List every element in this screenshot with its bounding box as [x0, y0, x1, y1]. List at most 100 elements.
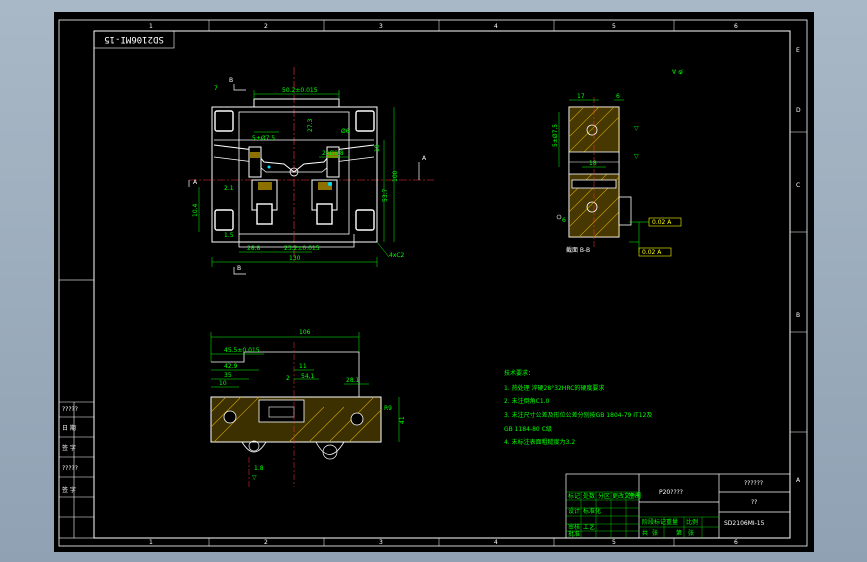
bv-dim-overall: 106 [299, 329, 311, 336]
border-number-1-bottom: 1 [149, 539, 153, 546]
drawing-code-rotated: SD2106MI-15 [104, 34, 164, 44]
bv-dim-d2: 42.9 [224, 363, 238, 370]
border-letter-a: A [796, 477, 801, 484]
svg-text:设计: 设计 [568, 507, 580, 515]
tech-item-2: 2. 未注倒角C1.0 [504, 397, 550, 405]
dim-side-small: 2.1 [224, 185, 234, 192]
bb-roughness-2: ▽ [634, 153, 639, 160]
left-strip-label-1: ????? [62, 406, 78, 413]
border-number-3-bottom: 3 [379, 539, 383, 546]
left-strip-label-3: 签 字 [62, 444, 76, 452]
section-mark-a-left: A [193, 179, 198, 186]
border-number-3: 3 [379, 23, 383, 30]
top-view: 50.2±0.015 130 28.8 23.2±0.015 100 53.7 … [188, 67, 434, 275]
svg-text:张: 张 [688, 529, 694, 537]
svg-text:批准: 批准 [568, 530, 580, 538]
section-mark-a-right: A [422, 155, 427, 162]
border-number-2: 2 [264, 23, 268, 30]
inner-frame [93, 30, 791, 539]
border-letter-b: B [796, 312, 800, 319]
section-mark-b-top: B [229, 77, 233, 84]
left-strip-label-2: 日 期 [62, 424, 76, 432]
bv-dim-d1: 45.5±0.015 [224, 347, 260, 354]
bv-dim-d3: 35 [224, 372, 232, 379]
svg-text:分区: 分区 [598, 492, 610, 500]
bv-dim-d5: 11 [299, 363, 307, 370]
dim-inner-small: 5±Ø7.5 [252, 135, 275, 142]
left-strip-label-4: ????? [62, 465, 78, 472]
bv-dim-r2: 2 [286, 375, 290, 382]
border-number-6: 6 [734, 23, 738, 30]
bottom-view: 106 45.5±0.015 42.9 35 10 11 54.1 28.1 R… [210, 329, 406, 487]
cad-viewport[interactable]: 1 2 3 4 5 6 1 2 3 4 5 6 E D C B A ????? … [54, 12, 814, 552]
section-mark-b-bottom: B [237, 265, 241, 272]
tech-item-5: 4. 未标注表面粗糙度为3.2 [504, 438, 575, 446]
bv-roughness: ▽ [252, 474, 257, 481]
bv-dim-d7: 28.1 [346, 377, 360, 384]
bb-tol-box-2: 0.02 A [642, 249, 662, 256]
title-scale: ?? [751, 499, 757, 506]
border-letter-d: D [796, 107, 801, 114]
bv-dim-bottom: 1.8 [254, 465, 264, 472]
outer-frame [58, 19, 808, 547]
title-part-name: P20???? [659, 489, 683, 496]
dim-span-bottom-mid: 23.2±0.015 [284, 245, 320, 252]
bv-dim-h: 41 [399, 416, 406, 424]
dim-pitch: 2xØ8.8 [322, 150, 344, 157]
svg-text:标记: 标记 [568, 492, 580, 500]
title-material: ?????? [744, 480, 763, 487]
svg-text:共: 共 [642, 529, 648, 537]
plate-outline [211, 106, 378, 243]
svg-text:比例: 比例 [686, 518, 698, 526]
border-letter-e: E [796, 47, 800, 54]
bv-dim-d4: 10 [219, 380, 227, 387]
svg-text:重量: 重量 [666, 518, 678, 526]
border-number-5: 5 [612, 23, 616, 30]
tech-requirements: 技术要求： 1. 热处理 淬硬28°32HRC的硬度要求 2. 未注倒角C1.0… [504, 369, 652, 446]
svg-text:第: 第 [676, 529, 682, 537]
border-number-1: 1 [149, 23, 153, 30]
dim-overall-width: 130 [289, 255, 301, 262]
border-number-6-bottom: 6 [734, 539, 738, 546]
bb-dim-right-small: 6 [616, 93, 620, 100]
border-number-4: 4 [494, 23, 498, 30]
bv-dim-d6: 54.1 [301, 373, 315, 380]
cad-drawing-sheet: 1 2 3 4 5 6 1 2 3 4 5 6 E D C B A ????? … [58, 19, 808, 547]
tech-title: 技术要求： [504, 369, 534, 377]
bb-dim-top-width: 17 [577, 93, 585, 100]
bb-tol-box-1: 0.02 A [652, 219, 672, 226]
tech-item-4: GB 1184-80 C级 [504, 425, 552, 433]
border-letter-c: C [796, 182, 800, 189]
dim-left-small: 7 [214, 85, 218, 92]
border-number-5-bottom: 5 [612, 539, 616, 546]
drawing-code-rotated-box: SD2106MI-15 [93, 30, 175, 49]
bv-dim-r1: R9 [384, 405, 392, 412]
dim-chamfer: 4xC2 [389, 252, 405, 259]
bb-dim-mid: 18 [589, 160, 597, 167]
svg-text:处数: 处数 [583, 492, 595, 500]
dim-height-total: 100 [392, 170, 399, 182]
dim-height-left: 10.4 [192, 203, 199, 217]
border-right-ticks [790, 131, 807, 433]
border-number-2-bottom: 2 [264, 539, 268, 546]
dim-bottom-small: 1.5 [224, 232, 234, 239]
svg-text:张: 张 [652, 529, 658, 537]
svg-text:阶段标记: 阶段标记 [642, 518, 666, 526]
dim-hole: Ø6 [341, 128, 350, 135]
section-bb-view: 17 6 5±Ø7.5 18 6 0.02 A 0.02 A ▽ ▽ 截面 B-… [552, 93, 682, 257]
dim-v-b: 19 [374, 144, 381, 152]
bb-roughness-1: ▽ [634, 125, 639, 132]
roughness-prefix: ∀ ⊙ [672, 69, 683, 76]
dim-height-inner: 53.7 [382, 188, 389, 202]
bb-dim-bottom: 6 [562, 217, 566, 224]
left-strip-label-5: 签 字 [62, 486, 76, 494]
svg-text:审核: 审核 [568, 523, 580, 531]
tech-item-3: 3. 未注尺寸公差及形位公差分别按GB 1804-79 IT12及 [504, 411, 652, 419]
dim-span-bottom-left: 28.8 [247, 245, 261, 252]
tech-item-1: 1. 热处理 淬硬28°32HRC的硬度要求 [504, 384, 604, 392]
svg-text:标准化: 标准化 [583, 507, 601, 515]
border-number-4-bottom: 4 [494, 539, 498, 546]
bb-dim-height: 5±Ø7.5 [552, 124, 559, 147]
section-bb-title: 截面 B-B [566, 246, 590, 254]
title-drawing-number: SD2106MI-15 [724, 520, 765, 527]
